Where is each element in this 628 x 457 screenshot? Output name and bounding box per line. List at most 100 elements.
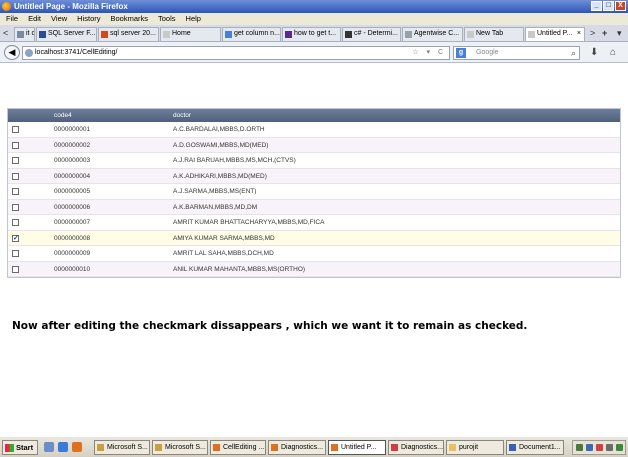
table-row[interactable]: 0000000010 ANIL KUMAR MAHANTA,MBBS,MS(ORT… — [8, 261, 620, 277]
site-identity-icon[interactable] — [25, 49, 33, 57]
cell-code4[interactable]: 0000000005 — [54, 184, 90, 199]
firefox-icon — [2, 2, 11, 11]
taskbar-app-icon — [449, 444, 456, 451]
taskbar-button[interactable]: CellEditing ... — [210, 440, 266, 455]
tray-icon[interactable] — [576, 444, 583, 451]
search-icon[interactable]: ⌕ — [571, 47, 576, 59]
taskbar-label: Microsoft S... — [107, 444, 148, 451]
browser-tab[interactable]: Home — [160, 27, 221, 41]
table-row[interactable]: 0000000001 A.C.BARDALAI,MBBS,D.ORTH — [8, 122, 620, 138]
row-checkbox[interactable] — [12, 203, 19, 211]
tray-icon[interactable] — [616, 444, 623, 451]
table-row[interactable]: 0000000007 AMRIT KUMAR BHATTACHARYYA,MBBS… — [8, 215, 620, 231]
table-row[interactable]: 0000000003 A.J.RAI BARUAH,MBBS,MS,MCH,(CT… — [8, 153, 620, 169]
search-placeholder: Google — [476, 49, 499, 56]
tray-icon[interactable] — [606, 444, 613, 451]
row-checkbox[interactable] — [12, 126, 19, 133]
table-row[interactable]: 0000000006 A.K.BARMAN,MBBS,MD,DM — [8, 199, 620, 215]
menu-tools[interactable]: Tools — [158, 13, 176, 25]
taskbar-button[interactable]: Microsoft S... — [94, 440, 150, 455]
table-row[interactable]: ✓ 0000000008 AMIYA KUMAR SARMA,MBBS,MD — [8, 230, 620, 246]
cell-code4[interactable]: 0000000007 — [54, 215, 90, 230]
taskbar-button[interactable]: purojit — [446, 440, 504, 455]
cell-code4[interactable]: 0000000002 — [54, 138, 90, 153]
cell-doctor[interactable]: A.C.BARDALAI,MBBS,D.ORTH — [173, 122, 265, 137]
list-all-tabs-button[interactable]: ▾ — [617, 27, 622, 40]
row-checkbox[interactable] — [12, 265, 19, 273]
browser-tab[interactable]: get column n... — [222, 27, 281, 41]
tray-icon[interactable] — [586, 444, 593, 451]
new-tab-button[interactable]: + — [602, 27, 607, 40]
cell-code4[interactable]: 0000000003 — [54, 153, 90, 168]
cell-code4[interactable]: 0000000001 — [54, 122, 90, 137]
taskbar-button[interactable]: Document1... — [506, 440, 564, 455]
tab-scroll-left-button[interactable]: < — [3, 27, 8, 40]
home-icon[interactable]: ⌂ — [610, 45, 616, 60]
google-icon[interactable]: g — [456, 48, 466, 58]
browser-tab[interactable]: Untitled P... × — [525, 27, 585, 41]
row-checkbox[interactable] — [12, 250, 19, 257]
url-actions[interactable]: ☆ ▾ C — [412, 47, 446, 59]
maximize-button[interactable]: □ — [603, 1, 614, 11]
cell-doctor[interactable]: A.K.ADHIKARI,MBBS,MD(MED) — [173, 169, 267, 184]
cell-doctor[interactable]: A.J.SARMA,MBBS,MS(ENT) — [173, 184, 256, 199]
menu-help[interactable]: Help — [186, 13, 201, 25]
tray-icon[interactable] — [596, 444, 603, 451]
browser-tab[interactable]: sql server 20... — [98, 27, 159, 41]
cell-code4[interactable]: 0000000009 — [54, 246, 90, 261]
minimize-button[interactable]: _ — [591, 1, 602, 11]
internet-explorer-icon[interactable] — [58, 442, 68, 452]
taskbar-button[interactable]: Untitled P... — [328, 440, 386, 455]
search-input[interactable]: g Google ⌕ — [453, 46, 580, 60]
cell-doctor[interactable]: AMRIT KUMAR BHATTACHARYYA,MBBS,MD,FICA — [173, 215, 324, 230]
taskbar-app-icon — [331, 444, 338, 451]
back-button[interactable]: ◀ — [4, 45, 20, 60]
column-header-code4[interactable]: code4 — [54, 109, 72, 122]
taskbar-button[interactable]: Microsoft S... — [152, 440, 208, 455]
browser-tab[interactable]: it col... — [14, 27, 35, 41]
cell-doctor[interactable]: AMRIT LAL SAHA,MBBS,DCH,MD — [173, 246, 274, 261]
column-header-doctor[interactable]: doctor — [173, 109, 191, 122]
url-bar[interactable]: localhost:3741/CellEditing/ ☆ ▾ C — [22, 46, 450, 60]
browser-tab[interactable]: c# - Determi... — [342, 27, 401, 41]
close-tab-icon[interactable]: × — [577, 28, 581, 40]
row-checkbox[interactable] — [12, 219, 19, 226]
browser-tab[interactable]: SQL Server F... — [36, 27, 97, 41]
row-checkbox[interactable] — [12, 172, 19, 180]
menu-edit[interactable]: Edit — [28, 13, 41, 25]
cell-doctor[interactable]: A.K.BARMAN,MBBS,MD,DM — [173, 200, 257, 215]
browser-tab[interactable]: New Tab — [464, 27, 524, 41]
cell-doctor[interactable]: A.J.RAI BARUAH,MBBS,MS,MCH,(CTVS) — [173, 153, 296, 168]
menu-view[interactable]: View — [51, 13, 67, 25]
table-row[interactable]: 0000000002 A.D.GOSWAMI,MBBS,MD(MED) — [8, 137, 620, 153]
tab-label: New Tab — [476, 30, 504, 37]
firefox-quicklaunch-icon[interactable] — [72, 442, 82, 452]
table-row[interactable]: 0000000004 A.K.ADHIKARI,MBBS,MD(MED) — [8, 168, 620, 184]
cell-code4[interactable]: 0000000006 — [54, 200, 90, 215]
menu-history[interactable]: History — [77, 13, 100, 25]
tab-favicon-icon — [285, 31, 292, 38]
menu-file[interactable]: File — [6, 13, 18, 25]
browser-tab[interactable]: Agentwise C... — [402, 27, 463, 41]
cell-code4[interactable]: 0000000008 — [54, 231, 90, 246]
close-window-button[interactable]: X — [615, 1, 626, 11]
taskbar-button[interactable]: Diagnostics... — [388, 440, 444, 455]
row-checkbox[interactable] — [12, 188, 19, 195]
start-button[interactable]: Start — [2, 440, 38, 455]
table-row[interactable]: 0000000009 AMRIT LAL SAHA,MBBS,DCH,MD — [8, 246, 620, 262]
cell-doctor[interactable]: A.D.GOSWAMI,MBBS,MD(MED) — [173, 138, 268, 153]
cell-doctor[interactable]: AMIYA KUMAR SARMA,MBBS,MD — [173, 231, 275, 246]
row-checkbox[interactable]: ✓ — [12, 234, 19, 242]
tab-scroll-right-button[interactable]: > — [590, 27, 595, 40]
row-checkbox[interactable] — [12, 157, 19, 164]
cell-code4[interactable]: 0000000004 — [54, 169, 90, 184]
browser-tab[interactable]: how to get t... — [282, 27, 341, 41]
show-desktop-icon[interactable] — [44, 442, 54, 452]
taskbar-button[interactable]: Diagnostics... — [268, 440, 326, 455]
row-checkbox[interactable] — [12, 141, 19, 149]
download-icon[interactable]: ⬇ — [590, 45, 598, 60]
cell-code4[interactable]: 0000000010 — [54, 262, 90, 277]
menu-bookmarks[interactable]: Bookmarks — [111, 13, 149, 25]
table-row[interactable]: 0000000005 A.J.SARMA,MBBS,MS(ENT) — [8, 184, 620, 200]
cell-doctor[interactable]: ANIL KUMAR MAHANTA,MBBS,MS(ORTHO) — [173, 262, 305, 277]
